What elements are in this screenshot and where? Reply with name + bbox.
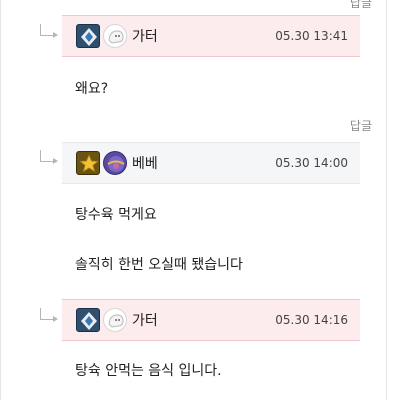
ghost-avatar-icon (103, 24, 127, 48)
reply-link[interactable]: 답글 (350, 117, 372, 134)
diamond-rank-icon (76, 24, 100, 48)
author-name[interactable]: 가터 (132, 26, 158, 46)
reply-arrow-icon (40, 308, 58, 322)
ghost-avatar-icon (103, 308, 127, 332)
reply-arrow-icon (40, 150, 58, 164)
comment-timestamp: 05.30 13:41 (275, 29, 348, 43)
reply-link[interactable]: 답글 (350, 0, 372, 11)
comment-header: 베베 05.30 14:00 (62, 142, 360, 184)
comment-text: 왜요? (75, 81, 109, 97)
author-name[interactable]: 베베 (132, 153, 158, 173)
comment-header: 가터 05.30 14:16 (62, 299, 360, 341)
comment-timestamp: 05.30 14:16 (275, 313, 348, 327)
author-name[interactable]: 가터 (132, 310, 158, 330)
comment-timestamp: 05.30 14:00 (275, 156, 348, 170)
right-rail-divider (386, 0, 387, 400)
comment-text: 솔직히 한번 오실때 됐습니다 (75, 257, 243, 273)
comment-text: 탕슉 안먹는 음식 입니다. (75, 363, 222, 379)
reply-arrow-icon (40, 24, 58, 38)
gold-star-rank-icon (76, 151, 100, 175)
comment-header: 가터 05.30 13:41 (62, 15, 360, 57)
purple-ball-avatar-icon (103, 151, 127, 175)
comment-text: 탕수육 먹게요 (75, 207, 157, 223)
diamond-rank-icon (76, 308, 100, 332)
left-rail-divider (0, 0, 1, 400)
